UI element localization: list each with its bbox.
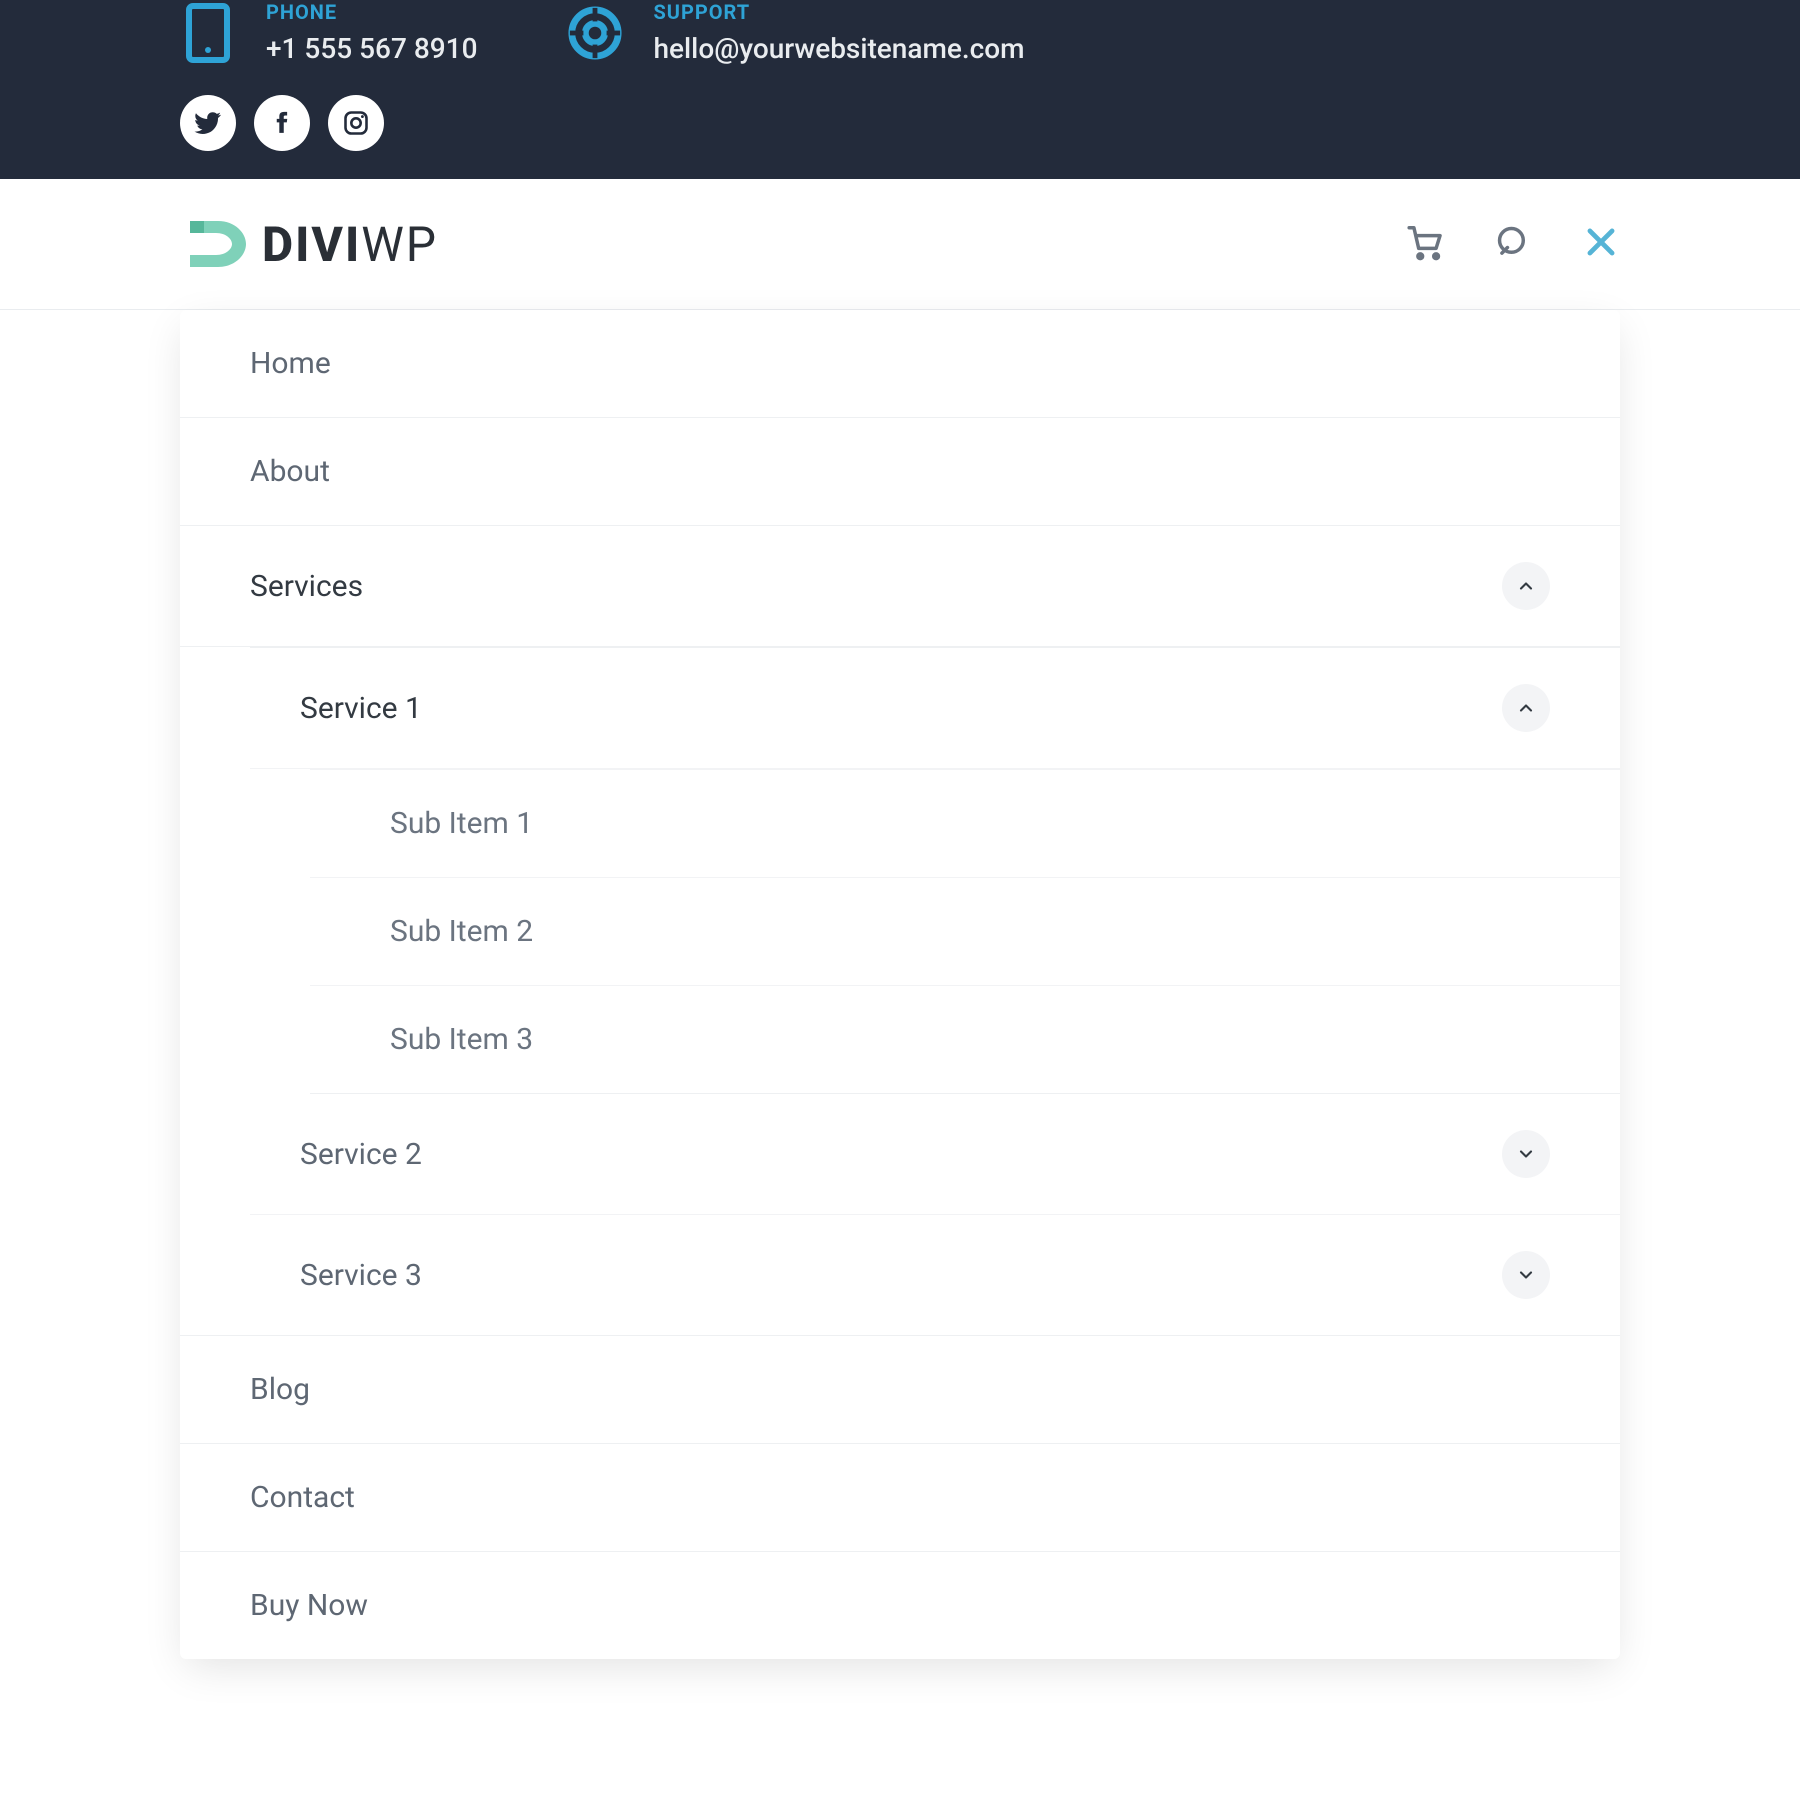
- twitter-icon[interactable]: [180, 95, 236, 151]
- header: DIVIWP: [0, 179, 1800, 310]
- chevron-up-icon[interactable]: [1502, 562, 1550, 610]
- logo-text: DIVIWP: [262, 216, 438, 273]
- menu-label: Service 2: [300, 1137, 422, 1172]
- menu-item-sub-1[interactable]: Sub Item 1: [310, 770, 1620, 878]
- menu-label: Services: [250, 569, 363, 604]
- logo-brand-2: WP: [361, 216, 438, 273]
- social-row: [180, 95, 1620, 151]
- menu-item-sub-2[interactable]: Sub Item 2: [310, 878, 1620, 986]
- chevron-up-icon[interactable]: [1502, 684, 1550, 732]
- menu-item-service-1[interactable]: Service 1: [250, 648, 1620, 769]
- menu-item-contact[interactable]: Contact: [180, 1444, 1620, 1552]
- menu-label: Blog: [250, 1372, 310, 1407]
- menu-item-service-3[interactable]: Service 3: [250, 1215, 1620, 1335]
- header-icons: [1406, 223, 1620, 265]
- menu-label: Sub Item 3: [390, 1022, 533, 1057]
- search-icon[interactable]: [1494, 223, 1532, 265]
- menu-item-home[interactable]: Home: [180, 310, 1620, 418]
- menu-label: About: [250, 454, 330, 489]
- menu-label: Service 1: [300, 691, 422, 726]
- lifebuoy-icon: [567, 5, 623, 61]
- menu-item-buy-now[interactable]: Buy Now: [180, 1552, 1620, 1659]
- topbar-contact-row: PHONE +1 555 567 8910 SUPPORT hello@your…: [180, 0, 1620, 65]
- contact-phone-text: PHONE +1 555 567 8910: [266, 0, 477, 65]
- close-icon[interactable]: [1582, 223, 1620, 265]
- phone-value[interactable]: +1 555 567 8910: [266, 32, 477, 65]
- service-1-submenu: Sub Item 1 Sub Item 2 Sub Item 3: [310, 769, 1620, 1094]
- support-value[interactable]: hello@yourwebsitename.com: [653, 32, 1024, 65]
- contact-support: SUPPORT hello@yourwebsitename.com: [567, 0, 1024, 65]
- logo-brand-1: DIVI: [262, 216, 361, 273]
- menu-item-about[interactable]: About: [180, 418, 1620, 526]
- menu-item-blog[interactable]: Blog: [180, 1335, 1620, 1444]
- menu-item-services[interactable]: Services: [180, 526, 1620, 647]
- topbar: PHONE +1 555 567 8910 SUPPORT hello@your…: [0, 0, 1800, 179]
- facebook-icon[interactable]: [254, 95, 310, 151]
- menu-label: Home: [250, 346, 331, 381]
- chevron-down-icon[interactable]: [1502, 1130, 1550, 1178]
- phone-icon: [180, 5, 236, 61]
- menu-panel: Home About Services Service 1 Sub Item 1…: [180, 310, 1620, 1659]
- logo[interactable]: DIVIWP: [180, 209, 438, 279]
- menu-item-sub-3[interactable]: Sub Item 3: [310, 986, 1620, 1094]
- instagram-icon[interactable]: [328, 95, 384, 151]
- menu-item-service-2[interactable]: Service 2: [250, 1094, 1620, 1215]
- phone-label: PHONE: [266, 0, 477, 24]
- chevron-down-icon[interactable]: [1502, 1251, 1550, 1299]
- cart-icon[interactable]: [1406, 223, 1444, 265]
- menu-label: Service 3: [300, 1258, 422, 1293]
- support-label: SUPPORT: [653, 0, 1024, 24]
- menu-label: Sub Item 2: [390, 914, 533, 949]
- menu-label: Sub Item 1: [390, 806, 533, 841]
- menu-label: Buy Now: [250, 1588, 368, 1623]
- logo-mark-icon: [180, 209, 250, 279]
- contact-support-text: SUPPORT hello@yourwebsitename.com: [653, 0, 1024, 65]
- menu-label: Contact: [250, 1480, 355, 1515]
- contact-phone: PHONE +1 555 567 8910: [180, 0, 477, 65]
- services-submenu: Service 1 Sub Item 1 Sub Item 2 Sub Item…: [250, 647, 1620, 1335]
